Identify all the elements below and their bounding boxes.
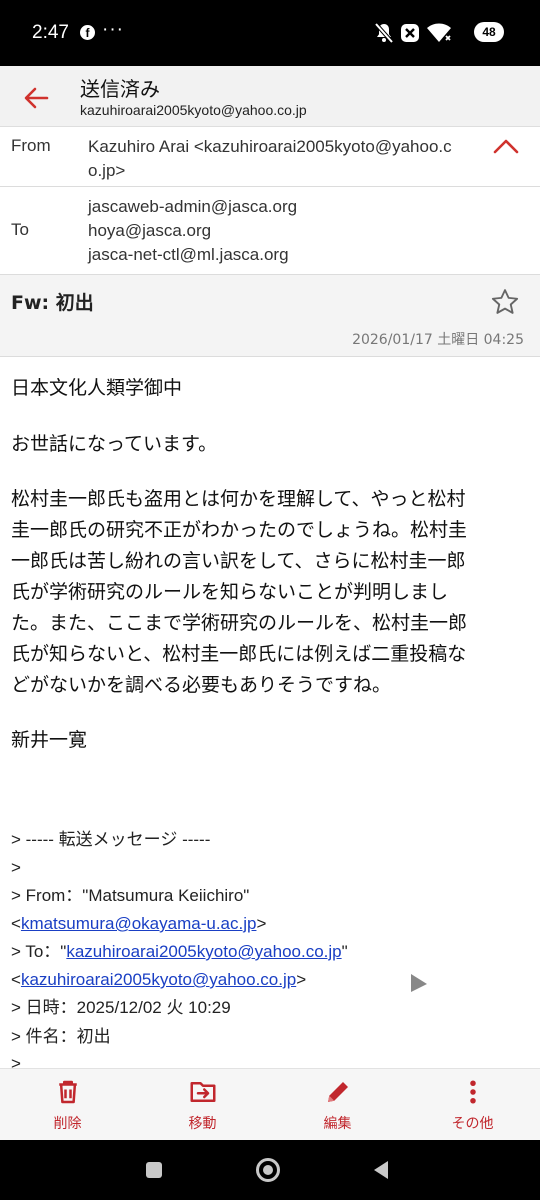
folder-title: 送信済み	[80, 77, 160, 101]
to-prefix: > To："	[11, 942, 67, 961]
more-notifications-icon: ···	[102, 19, 124, 40]
move-button[interactable]: 移動	[135, 1069, 270, 1141]
back-button[interactable]	[14, 76, 58, 120]
forward-to-email-line: <kazuhiroarai2005kyoto@yahoo.co.jp>	[11, 966, 306, 994]
move-to-folder-icon	[190, 1082, 215, 1102]
arrow-left-icon	[24, 87, 49, 109]
system-back-button[interactable]	[374, 1161, 388, 1179]
app-header: 送信済み kazuhiroarai2005kyoto@yahoo.co.jp	[0, 66, 540, 127]
quote-mark: "	[341, 942, 348, 961]
bottom-toolbar: 削除 移動 編集 その他	[0, 1068, 540, 1140]
quote-blank: >	[11, 858, 21, 877]
account-email: kazuhiroarai2005kyoto@yahoo.co.jp	[80, 102, 307, 118]
from-row: From Kazuhiro Arai <kazuhiroarai2005kyot…	[0, 127, 540, 187]
body-line: 氏が知らないと、松村圭一郎氏には例えば二重投稿な	[11, 643, 467, 665]
more-vertical-icon	[469, 1080, 476, 1104]
more-button[interactable]: その他	[405, 1069, 540, 1141]
forward-from-email-line: <kmatsumura@okayama-u.ac.jp>	[11, 910, 266, 938]
to-email-link-2[interactable]: kazuhiroarai2005kyoto@yahoo.co.jp	[21, 970, 296, 989]
from-email-link[interactable]: kmatsumura@okayama-u.ac.jp	[21, 914, 257, 933]
mute-icon	[374, 22, 394, 44]
bracket: <	[11, 914, 21, 933]
collapse-header-button[interactable]	[490, 133, 522, 161]
battery-indicator: 48	[474, 22, 504, 42]
chevron-up-icon	[493, 139, 519, 154]
recipient[interactable]: jasca-net-ctl@ml.jasca.org	[88, 243, 297, 267]
bracket: >	[296, 970, 307, 989]
bracket: <	[11, 970, 21, 989]
forward-to: > To："kazuhiroarai2005kyoto@yahoo.co.jp"	[11, 938, 348, 966]
delete-button[interactable]: 削除	[0, 1069, 135, 1141]
more-label: その他	[451, 1116, 494, 1132]
body-line: 松村圭一郎氏も盗用とは何かを理解して、やっと松村	[11, 488, 466, 510]
to-email-link[interactable]: kazuhiroarai2005kyoto@yahoo.co.jp	[66, 942, 341, 961]
pencil-icon	[327, 1082, 348, 1102]
body-intro: お世話になっています。	[11, 433, 218, 455]
edit-label: 編集	[323, 1116, 352, 1132]
status-time: 2:47	[32, 22, 69, 43]
bracket: >	[256, 914, 267, 933]
body-paragraph: 松村圭一郎氏も盗用とは何かを理解して、やっと松村 圭一郎氏の研究不正がわかったの…	[11, 484, 531, 701]
recipient[interactable]: jascaweb-admin@jasca.org	[88, 195, 297, 219]
close-icon	[401, 24, 419, 42]
forward-subject: > 件名：初出	[11, 1027, 111, 1046]
forward-header: > ----- 転送メッセージ -----	[11, 830, 211, 849]
delete-label: 削除	[53, 1116, 82, 1132]
edit-button[interactable]: 編集	[270, 1069, 405, 1141]
star-button[interactable]	[490, 287, 520, 317]
from-line-1: Kazuhiro Arai <kazuhiroarai2005kyoto@yah…	[88, 137, 452, 156]
wifi-icon	[427, 23, 451, 42]
system-nav-bar	[0, 1140, 540, 1200]
to-label: To	[11, 220, 29, 239]
from-line-2: o.jp>	[88, 161, 126, 180]
recent-apps-button[interactable]	[146, 1162, 162, 1178]
facebook-notification-icon: f	[80, 25, 95, 40]
message-date: 2026/01/17 土曜日 04:25	[352, 332, 524, 348]
body-line: 一郎氏は苦し紛れの言い訳をして、さらに松村圭一郎	[11, 550, 466, 572]
star-icon	[491, 289, 519, 314]
move-label: 移動	[188, 1116, 217, 1132]
forward-from: > From："Matsumura Keiichiro"	[11, 886, 250, 905]
body-line: 氏が学術研究のルールを知らないことが判明しまし	[11, 581, 449, 603]
home-button[interactable]	[256, 1158, 280, 1182]
from-value[interactable]: Kazuhiro Arai <kazuhiroarai2005kyoto@yah…	[88, 135, 452, 183]
from-label: From	[11, 136, 51, 155]
to-row: To jascaweb-admin@jasca.org hoya@jasca.o…	[0, 187, 540, 275]
body-line: 圭一郎氏の研究不正がわかったのでしょうね。松村圭	[11, 519, 468, 541]
status-bar: 2:47 f ··· 48	[0, 0, 540, 66]
pointer-cursor-icon	[411, 974, 427, 992]
body-line: どがないかを調べる必要もありそうですね。	[11, 674, 392, 696]
trash-icon	[58, 1080, 77, 1104]
subject-area: Fw: 初出 2026/01/17 土曜日 04:25	[0, 275, 540, 357]
body-line: た。また、ここまで学術研究のルールを、松村圭一郎	[11, 612, 468, 634]
recipient[interactable]: hoya@jasca.org	[88, 219, 297, 243]
body-greeting: 日本文化人類学御中	[11, 377, 183, 399]
signature: 新井一寛	[11, 729, 88, 751]
forward-date: > 日時：2025/12/02 火 10:29	[11, 998, 231, 1017]
to-recipients[interactable]: jascaweb-admin@jasca.org hoya@jasca.org …	[88, 195, 297, 267]
subject: Fw: 初出	[11, 292, 94, 314]
